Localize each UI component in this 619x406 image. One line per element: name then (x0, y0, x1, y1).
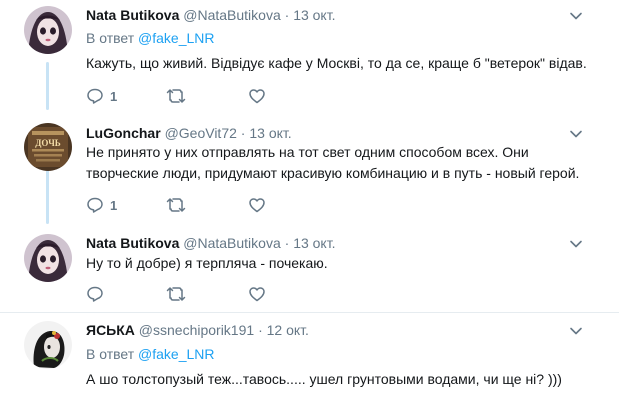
avatar[interactable]: ДОЧЬ (24, 123, 72, 171)
timestamp[interactable]: 12 окт. (267, 322, 309, 338)
separator: · (284, 7, 290, 23)
timestamp[interactable]: 13 окт. (249, 125, 291, 141)
chevron-down-icon[interactable] (568, 323, 584, 339)
tweet-actions (86, 284, 386, 304)
user-handle[interactable]: @GeoVit72 (165, 125, 237, 141)
avatar-caption: ДОЧЬ (35, 138, 61, 148)
reply-context: В ответ @fake_LNR (86, 346, 215, 362)
tweet[interactable]: Nata Butikova @NataButikova · 13 окт. Ну… (0, 228, 619, 312)
display-name[interactable]: LuGonchar (86, 125, 161, 141)
timestamp[interactable]: 13 окт. (293, 235, 335, 251)
user-handle[interactable]: @NataButikova (183, 235, 280, 251)
heart-icon (249, 89, 265, 104)
tweet-text: А шо толстопузый теж...тавось..... ушел … (86, 371, 562, 387)
heart-icon (249, 287, 265, 302)
tweet-header: ЯСЬКА @ssnechiporik191 · 12 окт. (86, 322, 309, 338)
chevron-down-icon[interactable] (568, 8, 584, 24)
reply-count: 1 (110, 88, 118, 104)
like-button[interactable] (248, 195, 272, 215)
retweet-button[interactable] (166, 284, 192, 304)
separator: · (240, 125, 246, 141)
reply-icon (87, 88, 103, 104)
tweet-actions: 1 (86, 86, 386, 106)
tweet[interactable]: Nata Butikova @NataButikova · 13 окт. В … (0, 0, 619, 118)
retweet-icon (166, 287, 186, 301)
reply-count: 1 (110, 197, 118, 213)
tweet-text: Не принято у них отправлять на тот свет … (86, 144, 580, 181)
heart-icon (249, 198, 265, 213)
display-name[interactable]: ЯСЬКА (86, 322, 135, 338)
avatar[interactable] (24, 321, 72, 369)
separator: · (258, 322, 263, 338)
timestamp[interactable]: 13 окт. (293, 7, 335, 23)
avatar[interactable] (24, 234, 72, 282)
tweet-header: Nata Butikova @NataButikova · 13 окт. (86, 7, 335, 23)
chevron-down-icon[interactable] (568, 126, 584, 142)
user-handle[interactable]: @ssnechiporik191 (139, 322, 254, 338)
tweet[interactable]: ЯСЬКА @ssnechiporik191 · 12 окт. В ответ… (0, 313, 619, 406)
reply-handle-link[interactable]: @fake_LNR (138, 346, 214, 362)
retweet-button[interactable] (166, 86, 192, 106)
like-button[interactable] (248, 86, 272, 106)
tweet[interactable]: ДОЧЬ LuGonchar @GeoVit72 · 13 окт. Не пр… (0, 118, 619, 228)
reply-button[interactable]: 1 (86, 86, 117, 106)
tweet-header: Nata Butikova @NataButikova · 13 окт. (86, 235, 335, 251)
display-name[interactable]: Nata Butikova (86, 235, 179, 251)
avatar[interactable] (24, 6, 72, 54)
retweet-icon (166, 89, 186, 103)
separator: · (284, 235, 290, 251)
reply-handle-link[interactable]: @fake_LNR (138, 30, 214, 46)
tweet-text: Ну то й добре) я терпляча - почекаю. (86, 255, 328, 271)
like-button[interactable] (248, 284, 272, 304)
reply-prefix: В ответ (86, 346, 135, 362)
tweet-text: Кажуть, що живий. Відвідує кафе у Москві… (86, 55, 587, 71)
display-name[interactable]: Nata Butikova (86, 7, 179, 23)
user-handle[interactable]: @NataButikova (183, 7, 280, 23)
chevron-down-icon[interactable] (568, 236, 584, 252)
reply-icon (87, 197, 103, 213)
reply-button[interactable]: 1 (86, 195, 117, 215)
tweet-actions: 1 (86, 195, 386, 215)
tweet-header: LuGonchar @GeoVit72 · 13 окт. (86, 125, 292, 141)
reply-context: В ответ @fake_LNR (86, 30, 215, 46)
retweet-icon (166, 198, 186, 212)
reply-button[interactable] (86, 284, 110, 304)
reply-icon (87, 286, 103, 302)
reply-prefix: В ответ (86, 30, 135, 46)
retweet-button[interactable] (166, 195, 192, 215)
